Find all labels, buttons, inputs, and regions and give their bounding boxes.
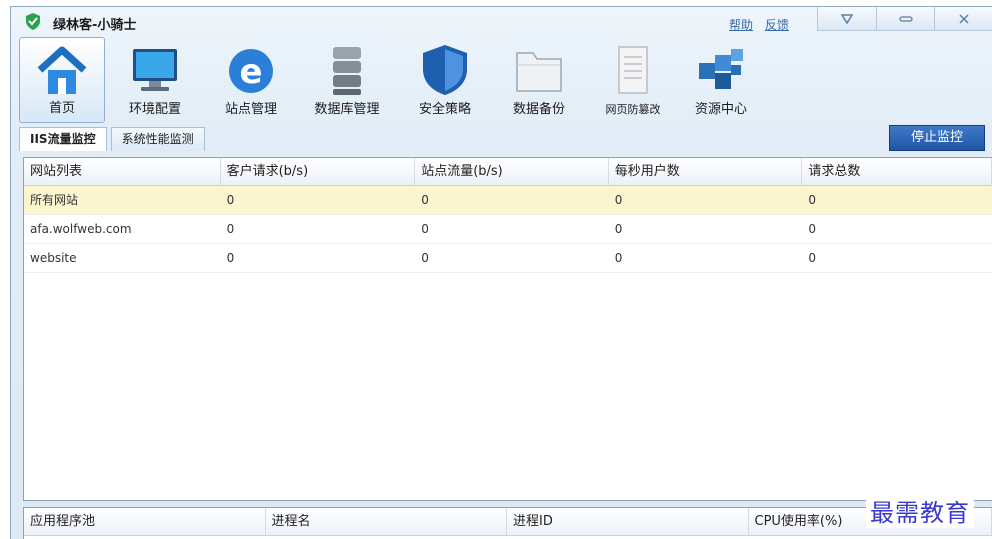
tab-bar: IIS流量监控 系统性能监测 [19, 127, 209, 151]
column-header[interactable]: 每秒用户数 [609, 158, 803, 186]
toolbar-label: 网页防篡改 [605, 103, 661, 116]
column-header[interactable]: 站点流量(b/s) [415, 158, 609, 186]
toolbar-home[interactable]: 首页 [19, 37, 105, 123]
table-header: 应用程序池 进程名 进程ID CPU使用率(%) [24, 508, 992, 536]
monitor-icon [133, 49, 177, 91]
help-link[interactable]: 帮助 [729, 18, 753, 32]
table-cell: afa.wolfweb.com [30, 222, 132, 236]
toolbar-label: 资源中心 [694, 102, 747, 117]
column-header[interactable]: 网站列表 [24, 158, 221, 186]
minimize-icon [898, 15, 913, 22]
table-cell: 0 [421, 251, 429, 265]
top-links: 帮助 反馈 [729, 16, 797, 33]
table-cell: 0 [421, 193, 429, 207]
shield-icon [423, 45, 467, 95]
toolbar-label: 首页 [48, 101, 75, 116]
toolbar-label: 数据备份 [512, 102, 565, 117]
toolbar-backup[interactable]: 数据备份 [493, 37, 585, 123]
table-row[interactable]: 所有网站 0 0 0 0 [24, 186, 992, 215]
table-cell: 0 [614, 193, 623, 207]
shield-small-icon [840, 13, 853, 24]
watermark-text: 最需教育 [866, 493, 974, 528]
home-icon [37, 46, 87, 94]
toolbar-label: 数据库管理 [314, 102, 380, 117]
toolbar-tamper-proof[interactable]: 网页防篡改 [585, 37, 681, 123]
app-logo-icon [26, 13, 40, 30]
main-toolbar: 首页 环境配置 e 站点管理 数据库管理 安全策略 数据备份 网页防篡改 资源中… [19, 37, 761, 127]
table-row[interactable]: afa.wolfweb.com 0 0 0 0 [24, 215, 992, 244]
stop-monitor-button[interactable]: 停止监控 [889, 125, 985, 151]
table-cell: 0 [226, 222, 235, 236]
toolbar-label: 安全策略 [418, 102, 471, 117]
document-icon [618, 46, 648, 94]
svg-text:e: e [239, 52, 262, 92]
title-bar: 绿林客-小骑士 帮助 反馈 [11, 7, 992, 37]
column-header[interactable]: 请求总数 [802, 158, 992, 186]
table-cell: 0 [614, 251, 623, 265]
table-cell: 0 [808, 193, 817, 207]
process-table: 应用程序池 进程名 进程ID CPU使用率(%) [23, 507, 992, 539]
tab-iis-traffic[interactable]: IIS流量监控 [19, 127, 107, 151]
table-cell: 0 [808, 251, 817, 265]
toolbar-db-manage[interactable]: 数据库管理 [297, 37, 397, 123]
table-row[interactable]: website 0 0 0 0 [24, 244, 992, 273]
ie-globe-icon: e [229, 49, 273, 93]
toolbar-label: 站点管理 [224, 102, 277, 117]
table-cell: 0 [226, 251, 235, 265]
column-header[interactable]: 客户请求(b/s) [221, 158, 416, 186]
table-cell: 0 [614, 222, 623, 236]
column-header[interactable]: 应用程序池 [24, 508, 266, 536]
database-icon [333, 47, 361, 95]
column-header[interactable]: 进程名 [266, 508, 507, 536]
table-cell: 0 [421, 222, 429, 236]
toolbar-resource-center[interactable]: 资源中心 [681, 37, 761, 123]
toolbar-label: 环境配置 [128, 102, 181, 117]
cubes-icon [699, 49, 743, 89]
table-cell: 0 [226, 193, 235, 207]
close-button[interactable] [934, 7, 992, 31]
table-cell: 0 [808, 222, 817, 236]
table-cell: website [30, 251, 77, 265]
feedback-link[interactable]: 反馈 [765, 18, 789, 32]
minimize-button[interactable] [875, 7, 935, 31]
close-icon [959, 13, 969, 24]
toolbar-security[interactable]: 安全策略 [397, 37, 493, 123]
app-window: 绿林客-小骑士 帮助 反馈 首页 环境配置 e 站点管理 数据库管理 安全策略 … [10, 6, 992, 539]
toolbar-env-config[interactable]: 环境配置 [105, 37, 205, 123]
app-title: 绿林客-小骑士 [53, 18, 137, 33]
table-cell: 所有网站 [30, 193, 79, 207]
toolbar-site-manage[interactable]: e 站点管理 [205, 37, 297, 123]
shield-menu-button[interactable] [817, 7, 876, 31]
tab-system-performance[interactable]: 系统性能监测 [110, 127, 205, 151]
window-controls [817, 7, 992, 31]
site-traffic-table: 网站列表 客户请求(b/s) 站点流量(b/s) 每秒用户数 请求总数 所有网站… [23, 157, 992, 501]
folder-icon [516, 52, 562, 92]
table-header: 网站列表 客户请求(b/s) 站点流量(b/s) 每秒用户数 请求总数 [24, 158, 992, 186]
column-header[interactable]: 进程ID [507, 508, 749, 536]
